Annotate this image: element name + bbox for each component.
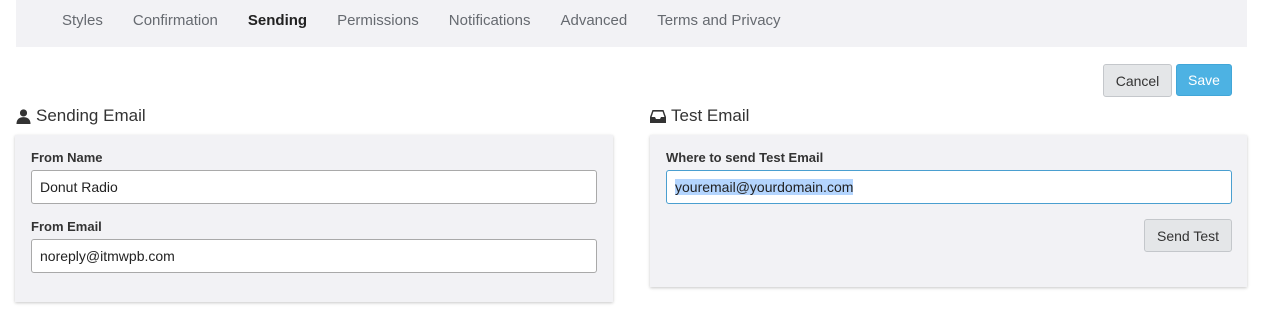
send-test-button[interactable]: Send Test [1144, 219, 1232, 252]
tab-styles[interactable]: Styles [62, 12, 103, 29]
test-email-recipient-value: youremail@yourdomain.com [675, 179, 854, 195]
from-name-value: Donut Radio [40, 179, 118, 195]
user-icon [16, 108, 31, 124]
from-name-label: From Name [31, 150, 103, 165]
inbox-icon [650, 109, 666, 123]
from-email-input[interactable]: noreply@itmwpb.com [31, 239, 597, 273]
tab-permissions[interactable]: Permissions [337, 12, 419, 29]
test-email-title: Test Email [671, 106, 750, 125]
save-button[interactable]: Save [1176, 64, 1232, 96]
test-email-recipient-input[interactable]: youremail@yourdomain.com [666, 170, 1232, 204]
tab-sending[interactable]: Sending [248, 12, 307, 29]
from-email-value: noreply@itmwpb.com [40, 248, 175, 264]
from-email-label: From Email [31, 219, 102, 234]
cancel-button[interactable]: Cancel [1103, 64, 1172, 97]
sending-email-title: Sending Email [36, 106, 146, 125]
tab-confirmation[interactable]: Confirmation [133, 12, 218, 29]
tab-advanced[interactable]: Advanced [560, 12, 627, 29]
test-email-panel: Where to send Test Email youremail@yourd… [650, 135, 1247, 287]
settings-tab-bar: Styles Confirmation Sending Permissions … [16, 0, 1247, 47]
from-name-input[interactable]: Donut Radio [31, 170, 597, 204]
tab-terms-and-privacy[interactable]: Terms and Privacy [657, 12, 780, 29]
test-email-heading: Test Email [650, 106, 749, 126]
test-email-recipient-label: Where to send Test Email [666, 150, 824, 165]
tab-notifications[interactable]: Notifications [449, 12, 531, 29]
sending-email-heading: Sending Email [16, 106, 146, 126]
sending-email-panel: From Name Donut Radio From Email noreply… [15, 135, 613, 302]
